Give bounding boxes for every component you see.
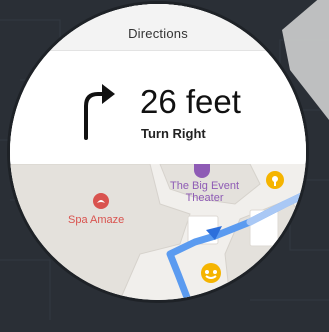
turn-right-arrow-icon	[84, 84, 115, 140]
page-title: Directions	[128, 26, 188, 41]
food-icon[interactable]	[265, 170, 285, 197]
card-header: Directions	[10, 4, 306, 51]
directions-card[interactable]: Directions 26 feet Turn Right	[10, 4, 306, 164]
theater-label: The Big Event Theater	[170, 180, 240, 204]
instruction-text: Turn Right	[141, 126, 206, 141]
distance-text: 26 feet	[140, 83, 241, 120]
food-icon[interactable]	[200, 262, 222, 291]
store-label: Mont	[232, 282, 257, 294]
spa-label: Spa Amaze	[68, 214, 125, 226]
watch-face: Spa Amaze The Big Event Theater Mont Dir…	[10, 4, 306, 300]
